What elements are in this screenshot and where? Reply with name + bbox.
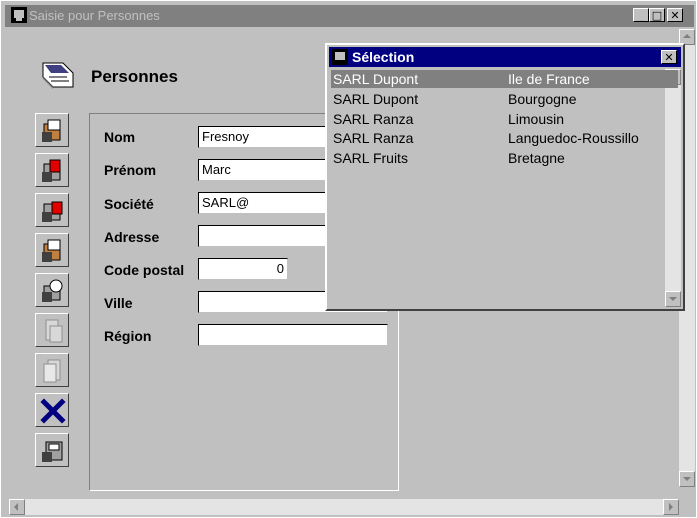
arrow-down-icon <box>669 297 677 301</box>
minimize-button[interactable]: _ <box>633 8 649 22</box>
window-title: Saisie pour Personnes <box>29 8 160 23</box>
horizontal-scrollbar[interactable] <box>9 499 679 515</box>
next-record-button[interactable] <box>35 193 69 227</box>
label-region: Région <box>104 328 152 344</box>
app-icon[interactable] <box>11 7 27 23</box>
close-button[interactable]: ✕ <box>667 8 683 22</box>
scroll-right-arrow[interactable] <box>663 499 679 515</box>
selection-row[interactable]: SARL Fruits Bretagne <box>331 149 678 167</box>
region-field[interactable] <box>198 324 388 346</box>
save-button[interactable] <box>35 433 69 467</box>
title-bar[interactable]: Saisie pour Personnes _ □ ✕ <box>5 5 694 27</box>
row-company: SARL Fruits <box>333 150 408 166</box>
row-company: SARL Ranza <box>333 111 414 127</box>
selection-title-bar[interactable]: Sélection ✕ <box>329 47 681 67</box>
copy-record-button[interactable] <box>35 353 69 387</box>
next-record-icon <box>42 201 63 222</box>
selection-row[interactable]: SARL Ranza Limousin <box>331 110 678 128</box>
row-company: SARL Dupont <box>333 71 419 87</box>
arrow-down-icon <box>683 477 691 481</box>
arrow-up-icon <box>683 34 691 38</box>
arrow-right-icon <box>669 503 673 511</box>
last-record-button[interactable] <box>35 233 69 267</box>
row-company: SARL Dupont <box>333 91 419 107</box>
main-window: Saisie pour Personnes _ □ ✕ Personnes No… <box>0 0 697 518</box>
label-ville: Ville <box>104 295 133 311</box>
selection-row[interactable]: SARL Dupont Bourgogne <box>331 90 678 108</box>
row-region: Languedoc-Roussillo <box>508 130 639 146</box>
search-record-icon <box>42 279 63 302</box>
delete-icon <box>40 398 66 424</box>
label-societe: Société <box>104 196 154 212</box>
maximize-button[interactable]: □ <box>649 8 665 22</box>
row-region: Ile de France <box>508 71 590 87</box>
row-company: SARL Ranza <box>333 130 414 146</box>
label-nom: Nom <box>104 129 136 145</box>
row-region: Bourgogne <box>508 91 577 107</box>
selection-row[interactable]: SARL Ranza Languedoc-Roussillo <box>331 129 678 147</box>
selection-scroll-down[interactable] <box>665 291 681 307</box>
form-title: Personnes <box>91 67 178 86</box>
copy-record-icon <box>43 359 61 383</box>
form-icon <box>37 57 77 93</box>
arrow-left-icon <box>14 503 18 511</box>
code-postal-field[interactable]: 0 <box>198 258 288 280</box>
previous-record-icon <box>42 159 61 182</box>
selection-app-icon[interactable] <box>332 49 348 65</box>
label-code-postal: Code postal <box>104 262 185 278</box>
row-region: Bretagne <box>508 150 565 166</box>
label-prenom: Prénom <box>104 162 157 178</box>
first-record-icon <box>42 119 61 142</box>
new-record-button[interactable] <box>35 313 69 347</box>
previous-record-button[interactable] <box>35 153 69 187</box>
scroll-down-arrow[interactable] <box>679 471 695 487</box>
last-record-icon <box>42 239 61 262</box>
selection-close-button[interactable]: ✕ <box>661 50 677 64</box>
search-record-button[interactable] <box>35 273 69 307</box>
selection-title: Sélection <box>352 49 415 65</box>
row-region: Limousin <box>508 111 565 127</box>
scroll-left-arrow[interactable] <box>9 499 25 515</box>
new-record-icon <box>45 319 63 343</box>
save-icon <box>42 441 63 462</box>
first-record-button[interactable] <box>35 113 69 147</box>
selection-row[interactable]: SARL Dupont Ile de France <box>331 70 678 88</box>
label-adresse: Adresse <box>104 229 160 245</box>
delete-button[interactable] <box>35 393 69 427</box>
